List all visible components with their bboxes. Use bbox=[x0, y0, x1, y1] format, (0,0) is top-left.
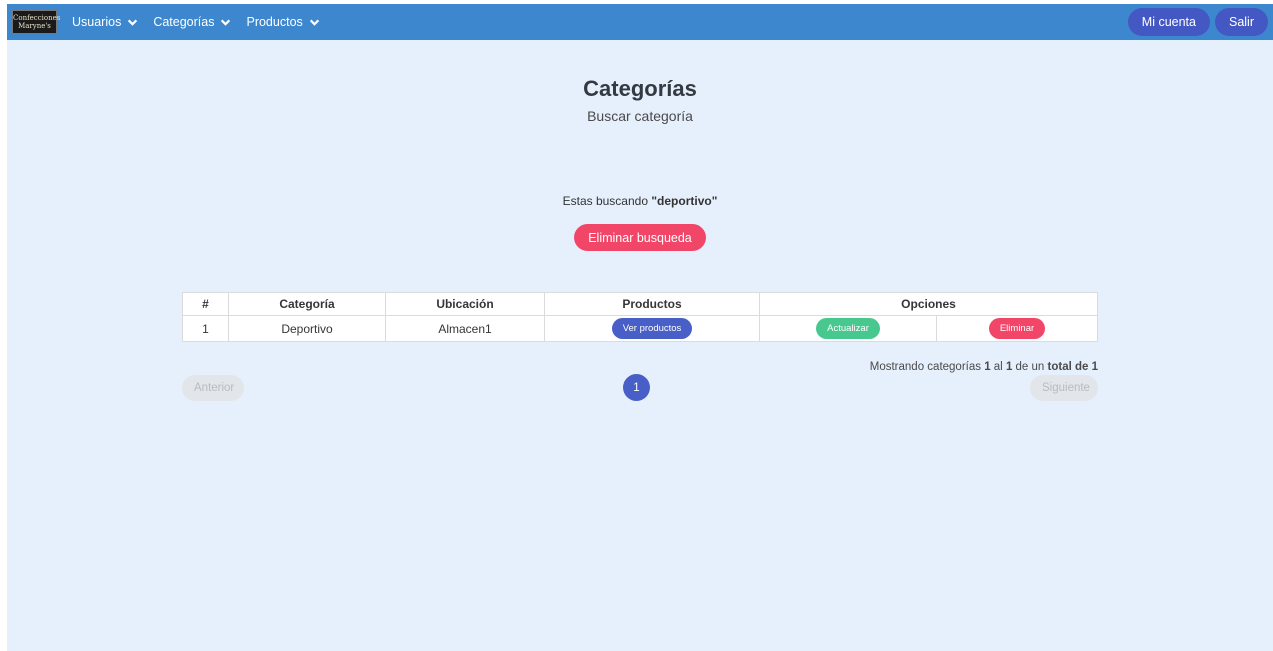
brand-logo[interactable]: Confecciones Maryne's bbox=[12, 10, 60, 34]
cell-products: Ver productos bbox=[544, 315, 760, 342]
cell-location: Almacen1 bbox=[385, 315, 545, 342]
chevron-down-icon bbox=[128, 19, 138, 26]
update-button[interactable]: Actualizar bbox=[816, 318, 880, 339]
column-header-number: # bbox=[182, 292, 229, 316]
chevron-down-icon bbox=[309, 19, 319, 26]
summary-total: total de 1 bbox=[1047, 361, 1098, 373]
nav-menu-usuarios[interactable]: Usuarios bbox=[72, 15, 138, 29]
column-header-location: Ubicación bbox=[385, 292, 545, 316]
nav-menu-label: Productos bbox=[246, 15, 303, 29]
pagination-summary: Mostrando categorías 1 al 1 de un total … bbox=[870, 361, 1098, 373]
view-products-button[interactable]: Ver productos bbox=[611, 318, 693, 339]
app-root: Confecciones Maryne's Usuarios Categoría… bbox=[7, 4, 1273, 651]
nav-menu-categorias[interactable]: Categorías bbox=[153, 15, 231, 29]
nav-right-actions: Mi cuenta Salir bbox=[1127, 8, 1268, 36]
table-header-row: # Categoría Ubicación Productos Opciones bbox=[182, 292, 1098, 316]
column-header-options: Opciones bbox=[759, 292, 1098, 316]
nav-menu-label: Usuarios bbox=[72, 15, 122, 29]
current-page-button[interactable]: 1 bbox=[623, 374, 650, 401]
my-account-button[interactable]: Mi cuenta bbox=[1127, 8, 1210, 36]
clear-search-wrap: Eliminar busqueda bbox=[7, 224, 1273, 251]
page-title: Categorías bbox=[583, 76, 697, 101]
delete-button[interactable]: Eliminar bbox=[988, 318, 1046, 339]
cell-delete: Eliminar bbox=[936, 315, 1098, 342]
cell-number: 1 bbox=[182, 315, 229, 342]
top-navbar: Confecciones Maryne's Usuarios Categoría… bbox=[7, 4, 1273, 40]
cell-update: Actualizar bbox=[759, 315, 937, 342]
logout-button[interactable]: Salir bbox=[1214, 8, 1268, 36]
search-summary: Estas buscando "deportivo" bbox=[7, 194, 1273, 208]
summary-mid: al bbox=[990, 361, 1006, 373]
cell-category: Deportivo bbox=[228, 315, 386, 342]
nav-menu-productos[interactable]: Productos bbox=[246, 15, 319, 29]
categories-table: # Categoría Ubicación Productos Opciones… bbox=[182, 292, 1098, 342]
column-header-category: Categoría bbox=[228, 292, 386, 316]
chevron-down-icon bbox=[221, 19, 231, 26]
search-term: "deportivo" bbox=[651, 194, 718, 208]
page-subtitle: Buscar categoría bbox=[587, 108, 693, 124]
column-header-products: Productos bbox=[544, 292, 760, 316]
table-row: 1 Deportivo Almacen1 Ver productos Actua… bbox=[182, 315, 1098, 342]
nav-menu-label: Categorías bbox=[153, 15, 215, 29]
clear-search-button[interactable]: Eliminar busqueda bbox=[574, 224, 706, 251]
summary-prefix: Mostrando categorías bbox=[869, 361, 985, 373]
previous-page-button[interactable]: Anterior bbox=[182, 375, 244, 401]
summary-suffix: de un bbox=[1012, 361, 1048, 373]
next-page-button[interactable]: Siguiente bbox=[1030, 375, 1098, 401]
search-prefix: Estas buscando bbox=[562, 194, 652, 208]
